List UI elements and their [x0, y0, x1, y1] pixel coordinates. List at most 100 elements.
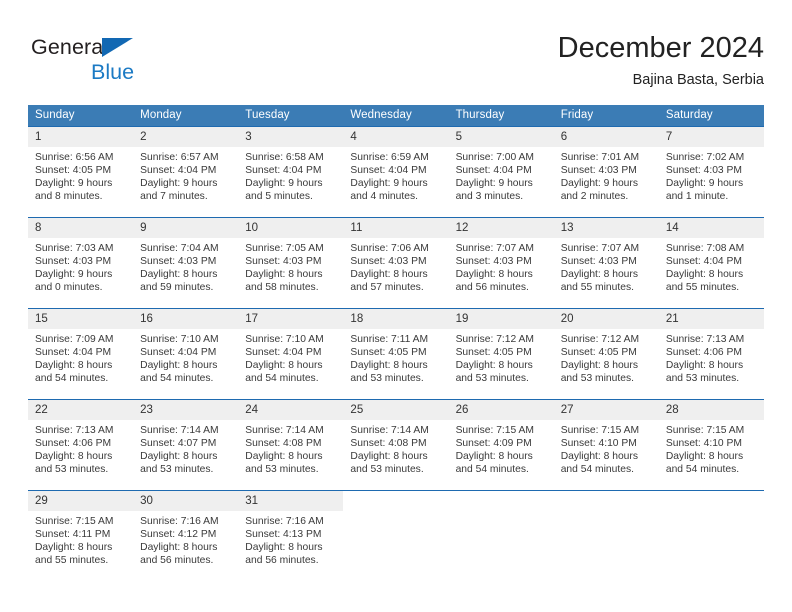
day-number: 24 — [238, 400, 344, 420]
sunrise-text: Sunrise: 7:10 AM — [245, 334, 324, 345]
sunrise-text: Sunrise: 6:56 AM — [35, 152, 114, 163]
day-details: Sunrise: 7:00 AM Sunset: 4:04 PM Daylight:… — [449, 147, 554, 203]
calendar-day-cell[interactable]: 27 Sunrise: 7:15 AM Sunset: 4:10 PM Dayligh… — [553, 399, 659, 491]
daylight-text-line1: Daylight: 8 hours — [245, 542, 323, 554]
sunset-text: Sunset: 4:05 PM — [560, 347, 637, 359]
day-number: 31 — [238, 491, 344, 511]
day-details: Sunrise: 7:15 AM Sunset: 4:11 PM Daylight:… — [28, 511, 133, 567]
calendar-day-cell[interactable]: 7 Sunrise: 7:02 AM Sunset: 4:03 PM Daylight… — [658, 126, 764, 218]
sunrise-text: Sunrise: 7:07 AM — [455, 243, 534, 254]
day-number: 3 — [238, 127, 344, 147]
daylight-text-line2: and 3 minutes. — [455, 191, 524, 203]
calendar-day-cell[interactable]: 21 Sunrise: 7:13 AM Sunset: 4:06 PM Dayligh… — [658, 308, 764, 400]
daylight-text-line1: Daylight: 9 hours — [455, 178, 533, 190]
calendar-day-cell[interactable]: 6 Sunrise: 7:01 AM Sunset: 4:03 PM Daylight… — [553, 126, 659, 218]
day-number: 7 — [658, 127, 764, 147]
daylight-text-line2: and 55 minutes. — [665, 282, 740, 294]
sunrise-text: Sunrise: 7:03 AM — [35, 243, 114, 254]
calendar-body: 1 Sunrise: 6:56 AM Sunset: 4:05 PM Daylight… — [28, 126, 764, 581]
daylight-text-line2: and 54 minutes. — [140, 373, 214, 385]
calendar-day-cell[interactable]: 20 Sunrise: 7:12 AM Sunset: 4:05 PM Dayligh… — [553, 308, 659, 400]
daylight-text-line1: Daylight: 9 hours — [245, 178, 323, 190]
calendar-day-cell[interactable]: 25 Sunrise: 7:14 AM Sunset: 4:08 PM Dayligh… — [343, 399, 449, 491]
sunset-text: Sunset: 4:11 PM — [35, 529, 111, 541]
day-number: 19 — [448, 309, 554, 329]
general-blue-logo[interactable]: General Blue — [31, 34, 161, 90]
daylight-text-line1: Daylight: 9 hours — [665, 178, 744, 190]
weekday-header-sunday: Sunday — [28, 105, 134, 127]
calendar-day-cell[interactable]: 2 Sunrise: 6:57 AM Sunset: 4:04 PM Daylight… — [133, 126, 239, 218]
calendar-day-cell[interactable]: 30 Sunrise: 7:16 AM Sunset: 4:12 PM Dayligh… — [133, 490, 239, 581]
calendar-day-cell[interactable]: 14 Sunrise: 7:08 AM Sunset: 4:04 PM Dayligh… — [658, 217, 764, 309]
daylight-text-line1: Daylight: 8 hours — [140, 451, 218, 463]
calendar-week-row: 22 Sunrise: 7:13 AM Sunset: 4:06 PM Dayligh… — [28, 399, 764, 491]
sunrise-text: Sunrise: 7:12 AM — [455, 334, 534, 345]
calendar-day-cell[interactable]: 4 Sunrise: 6:59 AM Sunset: 4:04 PM Daylight… — [343, 126, 449, 218]
calendar-day-cell[interactable]: 18 Sunrise: 7:11 AM Sunset: 4:05 PM Dayligh… — [343, 308, 449, 400]
daylight-text-line2: and 54 minutes. — [455, 464, 529, 476]
daylight-text-line1: Daylight: 8 hours — [245, 269, 323, 281]
calendar-day-cell[interactable]: 12 Sunrise: 7:07 AM Sunset: 4:03 PM Dayligh… — [448, 217, 554, 309]
day-details: Sunrise: 6:56 AM Sunset: 4:05 PM Daylight:… — [28, 147, 133, 203]
calendar-day-cell[interactable]: 26 Sunrise: 7:15 AM Sunset: 4:09 PM Dayligh… — [448, 399, 554, 491]
daylight-text-line2: and 7 minutes. — [140, 191, 208, 203]
calendar-day-cell[interactable]: 24 Sunrise: 7:14 AM Sunset: 4:08 PM Dayligh… — [238, 399, 344, 491]
sunrise-text: Sunrise: 7:15 AM — [560, 425, 640, 436]
daylight-text-line2: and 53 minutes. — [350, 464, 424, 476]
calendar-day-cell[interactable]: 8 Sunrise: 7:03 AM Sunset: 4:03 PM Daylight… — [28, 217, 134, 309]
day-details: Sunrise: 6:57 AM Sunset: 4:04 PM Daylight:… — [133, 147, 238, 203]
calendar-day-cell[interactable]: 31 Sunrise: 7:16 AM Sunset: 4:13 PM Dayligh… — [238, 490, 344, 581]
calendar-day-cell[interactable]: 22 Sunrise: 7:13 AM Sunset: 4:06 PM Dayligh… — [28, 399, 134, 491]
calendar-day-cell[interactable]: 23 Sunrise: 7:14 AM Sunset: 4:07 PM Dayligh… — [133, 399, 239, 491]
daylight-text-line2: and 8 minutes. — [35, 191, 103, 203]
daylight-text-line2: and 1 minute. — [665, 191, 729, 203]
daylight-text-line1: Daylight: 8 hours — [560, 360, 638, 372]
daylight-text-line2: and 53 minutes. — [560, 373, 634, 385]
calendar-day-cell[interactable]: 19 Sunrise: 7:12 AM Sunset: 4:05 PM Dayligh… — [448, 308, 554, 400]
calendar-day-cell[interactable]: 11 Sunrise: 7:06 AM Sunset: 4:03 PM Dayligh… — [343, 217, 449, 309]
calendar-day-cell[interactable]: 5 Sunrise: 7:00 AM Sunset: 4:04 PM Daylight… — [448, 126, 554, 218]
calendar-day-cell[interactable]: 9 Sunrise: 7:04 AM Sunset: 4:03 PM Daylight… — [133, 217, 239, 309]
sunset-text: Sunset: 4:05 PM — [455, 347, 532, 359]
daylight-text-line1: Daylight: 8 hours — [140, 542, 218, 554]
day-number: 6 — [553, 127, 659, 147]
daylight-text-line1: Daylight: 9 hours — [350, 178, 428, 190]
calendar-day-cell-empty — [448, 490, 554, 581]
day-number: 30 — [133, 491, 239, 511]
daylight-text-line1: Daylight: 8 hours — [665, 269, 744, 281]
calendar-day-cell[interactable]: 17 Sunrise: 7:10 AM Sunset: 4:04 PM Dayligh… — [238, 308, 344, 400]
sunset-text: Sunset: 4:05 PM — [35, 165, 112, 177]
sunset-text: Sunset: 4:08 PM — [350, 438, 427, 450]
calendar-day-cell[interactable]: 10 Sunrise: 7:05 AM Sunset: 4:03 PM Dayligh… — [238, 217, 344, 309]
calendar-day-cell[interactable]: 15 Sunrise: 7:09 AM Sunset: 4:04 PM Dayligh… — [28, 308, 134, 400]
sunrise-text: Sunrise: 7:16 AM — [245, 516, 324, 527]
day-number: 9 — [133, 218, 239, 238]
sunset-text: Sunset: 4:09 PM — [455, 438, 532, 450]
logo-text-general: General — [31, 35, 109, 59]
sunrise-text: Sunrise: 7:14 AM — [245, 425, 324, 436]
day-details: Sunrise: 7:11 AM Sunset: 4:05 PM Daylight:… — [343, 329, 448, 385]
calendar-day-cell[interactable]: 28 Sunrise: 7:15 AM Sunset: 4:10 PM Dayligh… — [658, 399, 764, 491]
sunset-text: Sunset: 4:06 PM — [665, 347, 742, 359]
day-details: Sunrise: 7:06 AM Sunset: 4:03 PM Daylight:… — [343, 238, 448, 294]
sunrise-text: Sunrise: 7:15 AM — [455, 425, 534, 436]
calendar-day-cell[interactable]: 3 Sunrise: 6:58 AM Sunset: 4:04 PM Daylight… — [238, 126, 344, 218]
calendar-day-cell-empty — [343, 490, 449, 581]
sunrise-text: Sunrise: 7:06 AM — [350, 243, 429, 254]
day-number: 21 — [658, 309, 764, 329]
page-title: December 2024 — [557, 32, 764, 64]
calendar-week-row: 15 Sunrise: 7:09 AM Sunset: 4:04 PM Dayligh… — [28, 308, 764, 400]
day-number: 18 — [343, 309, 449, 329]
calendar-day-cell[interactable]: 13 Sunrise: 7:07 AM Sunset: 4:03 PM Dayligh… — [553, 217, 659, 309]
daylight-text-line2: and 53 minutes. — [245, 464, 319, 476]
daylight-text-line2: and 56 minutes. — [140, 555, 214, 567]
weekday-header-friday: Friday — [553, 105, 659, 127]
calendar-day-cell[interactable]: 29 Sunrise: 7:15 AM Sunset: 4:11 PM Dayligh… — [28, 490, 134, 581]
sunrise-text: Sunrise: 7:15 AM — [665, 425, 745, 436]
sunset-text: Sunset: 4:04 PM — [140, 347, 217, 359]
daylight-text-line2: and 53 minutes. — [665, 373, 740, 385]
calendar-day-cell[interactable]: 16 Sunrise: 7:10 AM Sunset: 4:04 PM Dayligh… — [133, 308, 239, 400]
calendar-day-cell[interactable]: 1 Sunrise: 6:56 AM Sunset: 4:05 PM Daylight… — [28, 126, 134, 218]
daylight-text-line1: Daylight: 8 hours — [350, 360, 428, 372]
logo-text-blue: Blue — [91, 60, 135, 84]
